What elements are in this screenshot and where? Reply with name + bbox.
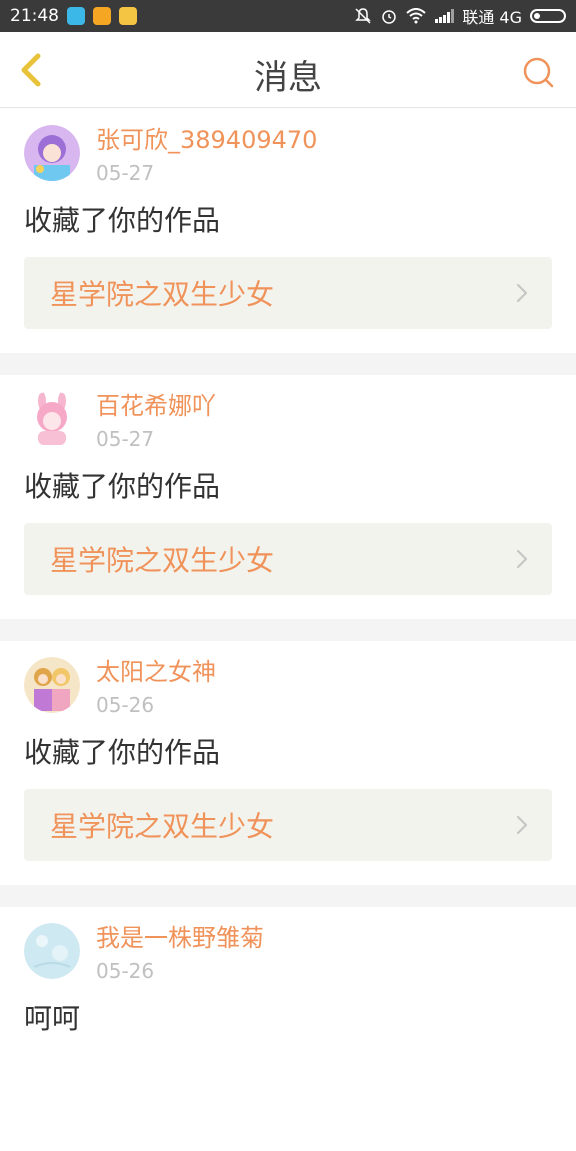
card-divider xyxy=(0,353,576,375)
user-meta: 太阳之女神 05-26 xyxy=(96,657,216,717)
carrier-label: 联通 4G xyxy=(462,8,522,27)
status-time: 21:48 xyxy=(10,6,59,26)
card-divider xyxy=(0,619,576,641)
user-meta: 我是一株野雏菊 05-26 xyxy=(96,923,264,983)
message-card: 我是一株野雏菊 05-26 呵呵 xyxy=(0,907,576,1151)
avatar-image-icon xyxy=(24,923,80,979)
user-avatar[interactable] xyxy=(24,923,80,979)
chevron-right-icon xyxy=(516,283,528,303)
reader-app-icon xyxy=(119,7,137,25)
user-row: 太阳之女神 05-26 xyxy=(24,657,552,717)
username[interactable]: 太阳之女神 xyxy=(96,657,216,687)
status-right: 联通 4G xyxy=(354,4,566,28)
chevron-right-icon xyxy=(516,549,528,569)
card-divider xyxy=(0,885,576,907)
work-link[interactable]: 星学院之双生少女 xyxy=(24,789,552,861)
status-left: 21:48 xyxy=(10,6,137,26)
message-action: 收藏了你的作品 xyxy=(24,736,221,769)
chat-app-icon xyxy=(93,7,111,25)
message-action: 收藏了你的作品 xyxy=(24,204,221,237)
message-date: 05-26 xyxy=(96,959,155,983)
avatar-image-icon xyxy=(24,391,80,447)
user-meta: 张可欣_389409470 05-27 xyxy=(96,125,317,185)
avatar-image-icon xyxy=(24,125,80,181)
chevron-right-icon xyxy=(516,815,528,835)
app-notification-icon xyxy=(67,7,85,25)
work-title: 星学院之双生少女 xyxy=(50,278,275,311)
message-date: 05-27 xyxy=(96,161,155,185)
alarm-icon xyxy=(382,10,397,24)
search-icon xyxy=(523,57,554,88)
mute-bell-icon xyxy=(355,8,372,24)
user-avatar[interactable] xyxy=(24,391,80,447)
message-action: 收藏了你的作品 xyxy=(24,470,221,503)
work-link[interactable]: 星学院之双生少女 xyxy=(24,523,552,595)
app-header: 消息 xyxy=(0,32,576,108)
avatar-image-icon xyxy=(24,657,80,713)
status-bar: 21:48 联通 4G xyxy=(0,0,576,32)
work-link[interactable]: 星学院之双生少女 xyxy=(24,257,552,329)
signal-icon xyxy=(435,9,455,23)
user-row: 我是一株野雏菊 05-26 xyxy=(24,923,552,983)
message-card: 张可欣_389409470 05-27 收藏了你的作品 星学院之双生少女 xyxy=(0,109,576,353)
username[interactable]: 我是一株野雏菊 xyxy=(96,923,264,953)
message-list: 张可欣_389409470 05-27 收藏了你的作品 星学院之双生少女 百花希… xyxy=(0,109,576,1151)
user-meta: 百花希娜吖 05-27 xyxy=(96,391,216,451)
work-title: 星学院之双生少女 xyxy=(50,544,275,577)
message-date: 05-27 xyxy=(96,427,155,451)
user-row: 张可欣_389409470 05-27 xyxy=(24,125,552,185)
message-action: 呵呵 xyxy=(24,1002,81,1035)
work-title: 星学院之双生少女 xyxy=(50,810,275,843)
message-date: 05-26 xyxy=(96,693,155,717)
page-title: 消息 xyxy=(254,58,322,98)
username[interactable]: 张可欣_389409470 xyxy=(96,125,317,155)
message-card: 太阳之女神 05-26 收藏了你的作品 星学院之双生少女 xyxy=(0,641,576,885)
user-avatar[interactable] xyxy=(24,125,80,181)
user-avatar[interactable] xyxy=(24,657,80,713)
message-card: 百花希娜吖 05-27 收藏了你的作品 星学院之双生少女 xyxy=(0,375,576,619)
search-button[interactable] xyxy=(522,56,554,88)
user-row: 百花希娜吖 05-27 xyxy=(24,391,552,451)
battery-icon xyxy=(530,9,566,23)
username[interactable]: 百花希娜吖 xyxy=(96,391,216,421)
wifi-icon xyxy=(406,8,426,24)
